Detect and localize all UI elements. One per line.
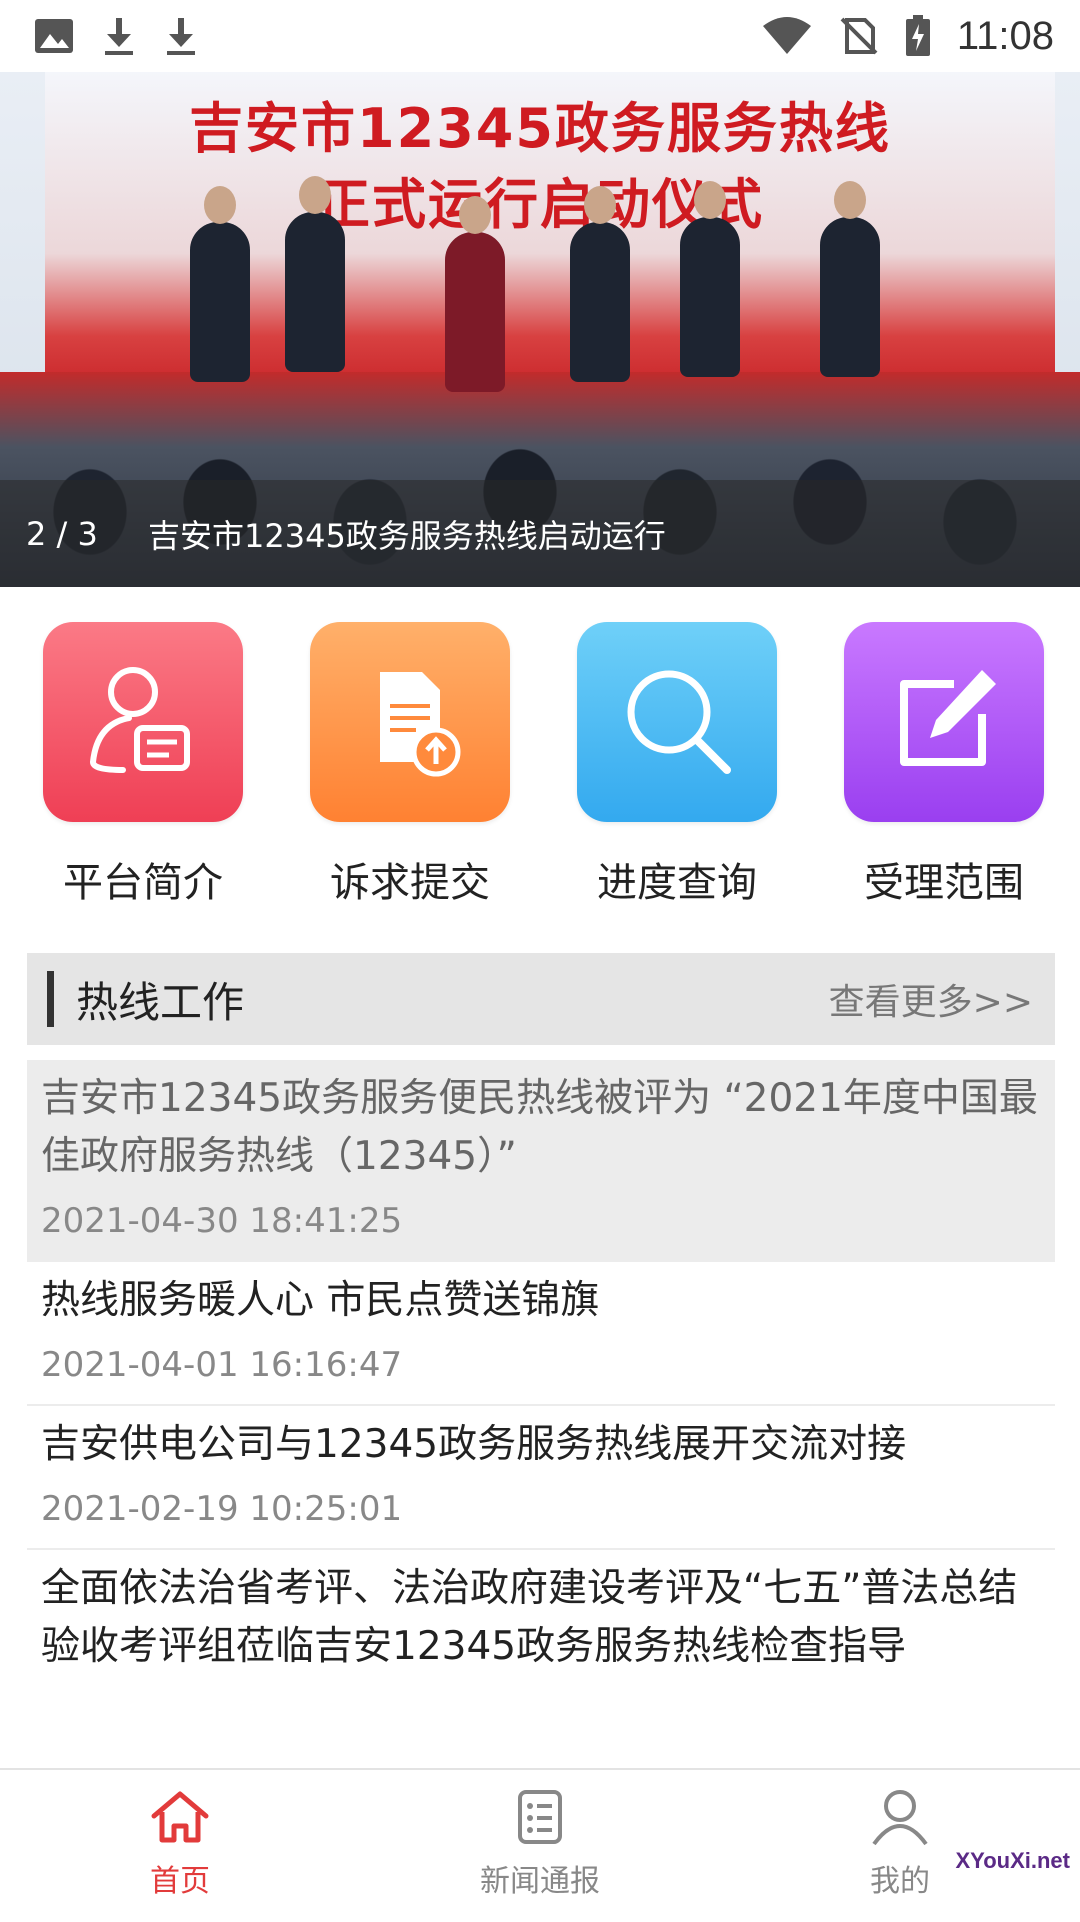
news-title: 热线服务暖人心 市民点赞送锦旗 [41, 1278, 600, 1323]
view-more-link[interactable]: 查看更多>> [829, 973, 1033, 1025]
quick-actions: 平台简介 诉求提交 进度查询 受理范围 [0, 622, 1080, 922]
edit-icon [844, 622, 1044, 822]
quick-action-platform-intro[interactable]: 平台简介 [40, 622, 246, 908]
banner-carousel[interactable]: 吉安市12345政务服务热线 正式运行启动仪式 2 / 3 吉安市12345政务… [0, 72, 1080, 587]
person-figure [570, 186, 630, 382]
quick-action-acceptance-scope[interactable]: 受理范围 [841, 622, 1047, 908]
nav-home[interactable]: 首页 [80, 1788, 280, 1900]
download-icon [164, 16, 198, 56]
home-icon [151, 1791, 209, 1843]
wifi-icon [761, 16, 813, 56]
news-date: 2021-02-19 10:25:01 [41, 1489, 403, 1529]
banner-caption-bar: 2 / 3 吉安市12345政务服务热线启动运行 [0, 480, 1080, 587]
news-list-icon [518, 1790, 562, 1844]
person-figure [190, 186, 250, 382]
watermark-logo: XYouXi.net [955, 1848, 1071, 1873]
quick-action-label: 诉求提交 [330, 860, 490, 906]
quick-action-label: 进度查询 [597, 860, 757, 906]
status-time: 11:08 [956, 13, 1054, 58]
quick-action-label: 平台简介 [63, 860, 223, 906]
banner-headline-line1: 吉安市12345政务服务热线 [189, 97, 891, 160]
news-title: 吉安市12345政务服务便民热线被评为 “2021年度中国最佳政府服务热线（12… [41, 1076, 1038, 1179]
download-icon [102, 16, 136, 56]
person-figure [680, 181, 740, 377]
document-upload-icon [310, 622, 510, 822]
battery-charging-icon [905, 15, 931, 57]
nav-profile[interactable]: 我的 [800, 1788, 1000, 1900]
section-title: 热线工作 [76, 977, 245, 1027]
news-date: 2021-04-01 16:16:47 [41, 1345, 403, 1385]
list-item[interactable]: 吉安市12345政务服务便民热线被评为 “2021年度中国最佳政府服务热线（12… [27, 1060, 1055, 1262]
search-icon [577, 622, 777, 822]
nav-news[interactable]: 新闻通报 [440, 1788, 640, 1900]
banner-caption: 吉安市12345政务服务热线启动运行 [148, 516, 666, 555]
banner-headline-line2: 正式运行启动仪式 [316, 173, 764, 236]
news-title: 吉安供电公司与12345政务服务热线展开交流对接 [41, 1422, 907, 1467]
bottom-nav: 首页 新闻通报 我的 XYouXi.net [0, 1768, 1080, 1922]
person-figure [820, 181, 880, 377]
image-icon [34, 18, 74, 54]
quick-action-progress-query[interactable]: 进度查询 [574, 622, 780, 908]
person-figure [445, 196, 505, 392]
no-sim-icon [839, 16, 879, 56]
user-card-icon [43, 622, 243, 822]
nav-label: 新闻通报 [480, 1864, 600, 1899]
profile-icon [872, 1790, 928, 1846]
nav-label: 首页 [150, 1864, 210, 1899]
status-bar: 11:08 [0, 0, 1080, 72]
quick-action-label: 受理范围 [864, 860, 1024, 906]
list-item[interactable]: 全面依法治省考评、法治政府建设考评及“七五”普法总结验收考评组莅临吉安12345… [27, 1550, 1055, 1690]
quick-action-submit-request[interactable]: 诉求提交 [307, 622, 513, 908]
section-accent-bar [47, 971, 54, 1027]
list-item[interactable]: 吉安供电公司与12345政务服务热线展开交流对接 2021-02-19 10:2… [27, 1406, 1055, 1550]
person-figure [285, 176, 345, 372]
news-date: 2021-04-30 18:41:25 [41, 1201, 403, 1241]
section-header: 热线工作 查看更多>> [27, 953, 1055, 1045]
news-title: 全面依法治省考评、法治政府建设考评及“七五”普法总结验收考评组莅临吉安12345… [41, 1566, 1018, 1669]
news-list: 吉安市12345政务服务便民热线被评为 “2021年度中国最佳政府服务热线（12… [27, 1060, 1055, 1690]
list-item[interactable]: 热线服务暖人心 市民点赞送锦旗 2021-04-01 16:16:47 [27, 1262, 1055, 1406]
banner-page-indicator: 2 / 3 [26, 514, 98, 553]
